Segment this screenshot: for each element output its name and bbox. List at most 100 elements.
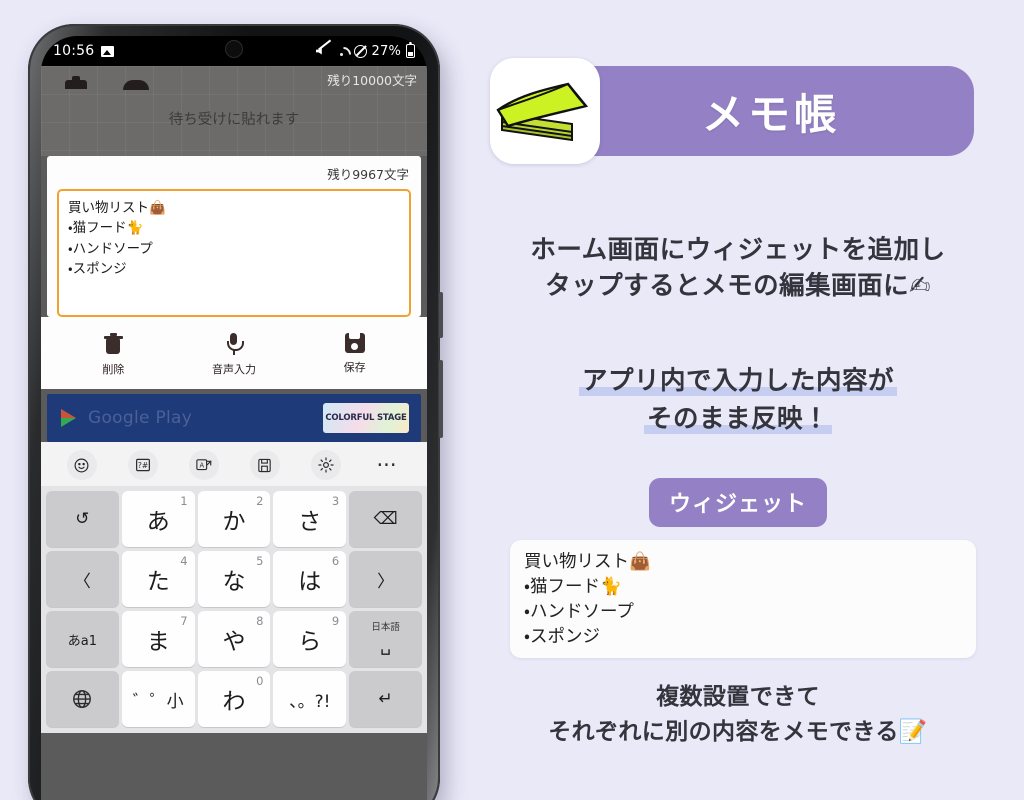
tail-description-text: 複数設置できて それぞれに別の内容をメモできる📝: [548, 684, 928, 745]
cursor-left-glyph: 〈: [73, 571, 91, 592]
globe-icon: [73, 690, 92, 708]
status-bar: 10:56 27%: [41, 36, 427, 66]
widget-shape-1: [65, 76, 87, 89]
more-options-icon[interactable]: ···: [372, 450, 402, 480]
wallpaper-hint-text: 待ち受けに貼れます: [168, 112, 300, 128]
battery-percent: 27%: [371, 43, 401, 59]
key-ya-number: 8: [256, 614, 264, 628]
input-mode-label: あa1: [67, 633, 98, 649]
save-icon: [344, 333, 365, 353]
app-title-banner: メモ帳: [552, 66, 974, 156]
mute-icon: [316, 45, 330, 58]
key-ka-label: か: [222, 509, 246, 535]
key-sa-number: 3: [331, 494, 340, 508]
key-ta-label: た: [146, 569, 170, 595]
key-ra[interactable]: ら9: [273, 611, 347, 667]
dakuten-key-label: ゛゜小: [132, 691, 184, 712]
keyboard-row: あa1 ま7 や8 ら9 日本語 ␣: [43, 609, 425, 669]
keyboard-row: ↺ あ1 か2 さ3 ⌫: [43, 489, 425, 549]
status-badge: ウィジェット: [648, 478, 827, 527]
enter-key-glyph: ↵: [378, 689, 393, 709]
memo-char-counter: 残り9967文字: [327, 167, 409, 182]
keyboard-toolbar: ?# A ···: [41, 444, 427, 486]
highlight-line-2-wrap: そのまま反映！: [470, 400, 1006, 438]
key-ta-number: 4: [180, 554, 188, 568]
battery-icon: [406, 41, 415, 58]
key-sa-label: さ: [298, 509, 322, 535]
key-ka[interactable]: か2: [197, 491, 271, 547]
phone-power-button[interactable]: [439, 360, 443, 438]
google-play-ad-banner[interactable]: Google Play COLORFUL STAGE: [47, 394, 421, 442]
voice-input-button[interactable]: 音声入力: [202, 333, 266, 377]
key-na-label: な: [222, 569, 246, 595]
key-ka-number: 2: [256, 494, 264, 508]
symbols-icon[interactable]: ?#: [127, 450, 158, 480]
key-ma[interactable]: ま7: [121, 611, 195, 667]
google-play-icon: [61, 409, 76, 427]
phone-screen: 10:56 27% 残り10000文字 待ち受けに貼れます 残り9967文字 買…: [41, 36, 427, 800]
software-keyboard: ?# A ··· ↺ あ 1 か 2 さ 3 ⌫ 〈 た 4 な 5 は 6 〉…: [41, 442, 427, 733]
key-ra-label: ら: [298, 629, 322, 655]
phone-mockup: 10:56 27% 残り10000文字 待ち受けに貼れます 残り9967文字 買…: [28, 24, 443, 800]
key-ha-label: は: [298, 569, 322, 595]
delete-button[interactable]: 削除: [81, 333, 145, 377]
punctuation-key[interactable]: 、。?!: [273, 671, 347, 727]
promo-panel: メモ帳 ホーム画面にウィジェットを追加し タップするとメモの編集画面に✍ アプリ…: [470, 0, 1024, 800]
svg-text:?#: ?#: [137, 461, 147, 470]
key-ra-number: 9: [331, 614, 340, 628]
key-ha-number: 6: [331, 554, 340, 568]
memo-text-input[interactable]: 買い物リスト👜 ・猫フード🐈 ・ハンドソープ ・スポンジ: [57, 189, 411, 317]
key-na-number: 5: [256, 554, 264, 568]
emoji-icon[interactable]: [66, 450, 97, 480]
cursor-right-key[interactable]: 〉: [349, 551, 422, 607]
front-camera-notch: [226, 41, 242, 57]
input-mode-key[interactable]: あa1: [46, 611, 119, 667]
save-button-label: 保存: [343, 361, 366, 374]
key-na[interactable]: な5: [197, 551, 271, 607]
key-a[interactable]: あ1: [121, 491, 195, 547]
translate-icon[interactable]: A: [188, 450, 219, 480]
status-bar-left: 10:56: [53, 43, 115, 59]
key-ha[interactable]: は6: [273, 551, 347, 607]
widget-badge-wrap: ウィジェット: [470, 478, 1006, 527]
settings-gear-icon[interactable]: [310, 450, 341, 480]
highlight-description: アプリ内で入力した内容が そのまま反映！: [470, 362, 1006, 439]
punctuation-key-label: 、。?!: [289, 691, 331, 712]
image-icon: [101, 45, 115, 57]
key-a-label: あ: [146, 509, 170, 535]
wifi-icon: [335, 45, 349, 58]
widget-edge-decor: [65, 76, 149, 90]
page-title: メモ帳: [702, 89, 841, 139]
backspace-key[interactable]: ⌫: [349, 491, 422, 547]
promo-header: メモ帳: [482, 58, 992, 164]
save-button[interactable]: 保存: [323, 333, 387, 377]
enter-key[interactable]: ↵: [349, 671, 422, 727]
ad-thumbnail[interactable]: COLORFUL STAGE: [323, 403, 409, 433]
status-time: 10:56: [53, 43, 95, 59]
language-globe-key[interactable]: [46, 671, 119, 727]
phone-volume-button[interactable]: [439, 292, 443, 338]
lead-description: ホーム画面にウィジェットを追加し タップするとメモの編集画面に✍: [470, 232, 1006, 304]
cursor-left-key[interactable]: 〈: [46, 551, 119, 607]
key-ta[interactable]: た4: [121, 551, 195, 607]
clipboard-icon[interactable]: [249, 450, 280, 480]
key-wa[interactable]: わ0: [197, 671, 271, 727]
space-key-language-label: 日本語: [371, 622, 400, 633]
undo-key-glyph: ↺: [75, 509, 90, 529]
wallpaper-char-counter: 残り10000文字: [327, 73, 417, 88]
memo-pad-illustration: [496, 82, 589, 142]
promo-screenshot: 10:56 27% 残り10000文字 待ち受けに貼れます 残り9967文字 買…: [0, 0, 1024, 800]
key-sa[interactable]: さ3: [273, 491, 347, 547]
undo-key[interactable]: ↺: [46, 491, 119, 547]
widget-preview-card[interactable]: 買い物リスト👜 ・猫フード🐈 ・ハンドソープ ・スポンジ: [510, 540, 976, 658]
key-ya[interactable]: や8: [197, 611, 271, 667]
key-wa-number: 0: [256, 674, 264, 688]
space-key[interactable]: 日本語 ␣: [349, 611, 422, 667]
trash-icon: [103, 333, 123, 355]
space-key-glyph: ␣: [380, 636, 391, 656]
keyboard-row: 〈 た4 な5 は6 〉: [43, 549, 425, 609]
dakuten-key[interactable]: ゛゜小: [121, 671, 195, 727]
do-not-disturb-icon: [353, 44, 367, 58]
status-bar-right: 27%: [316, 41, 415, 59]
voice-input-button-label: 音声入力: [211, 363, 256, 376]
